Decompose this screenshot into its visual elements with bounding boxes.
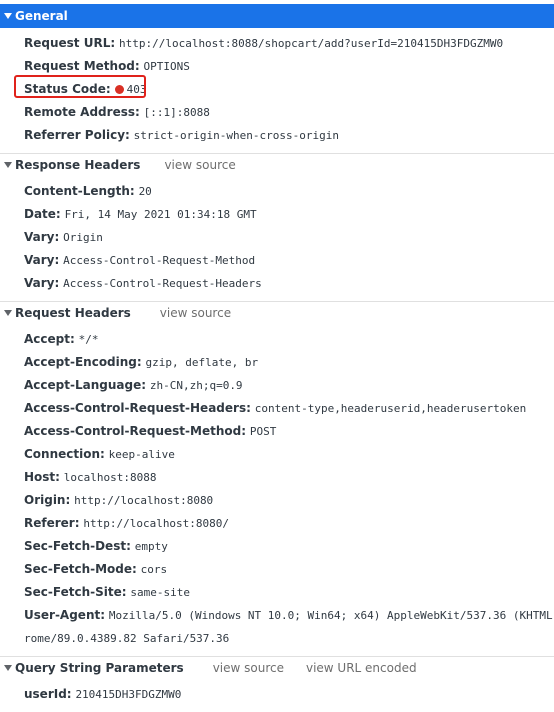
param-key: userId:: [24, 687, 72, 701]
chevron-down-icon: [4, 665, 12, 671]
header-value: Access-Control-Request-Method: [63, 254, 256, 267]
response-headers-rows: Content-Length: 20 Date: Fri, 14 May 202…: [0, 176, 554, 301]
response-headers-title: Response Headers: [15, 158, 141, 172]
header-row: Referer: http://localhost:8080/: [0, 512, 554, 535]
header-key: Accept-Language:: [24, 378, 147, 392]
query-params-rows: userId: 210415DH3FDGZMW0: [0, 679, 554, 712]
request-headers-title: Request Headers: [15, 306, 131, 320]
header-row: Sec-Fetch-Dest: empty: [0, 535, 554, 558]
header-key: Vary:: [24, 276, 60, 290]
header-row: Accept-Language: zh-CN,zh;q=0.9: [0, 374, 554, 397]
header-row: Sec-Fetch-Mode: cors: [0, 558, 554, 581]
header-key: Accept:: [24, 332, 75, 346]
header-key: Sec-Fetch-Mode:: [24, 562, 137, 576]
header-row: Date: Fri, 14 May 2021 01:34:18 GMT: [0, 203, 554, 226]
header-row: Access-Control-Request-Headers: content-…: [0, 397, 554, 420]
header-value: OPTIONS: [143, 60, 190, 73]
header-value: zh-CN,zh;q=0.9: [149, 379, 243, 392]
view-source-link[interactable]: view source: [164, 158, 235, 172]
header-key: Vary:: [24, 230, 60, 244]
header-row: Connection: keep-alive: [0, 443, 554, 466]
header-row: Sec-Fetch-Site: same-site: [0, 581, 554, 604]
header-value: gzip, deflate, br: [145, 356, 259, 369]
header-key: Vary:: [24, 253, 60, 267]
query-params-header[interactable]: Query String Parameters view source view…: [0, 657, 554, 679]
header-value: strict-origin-when-cross-origin: [133, 129, 339, 142]
view-url-encoded-link[interactable]: view URL encoded: [306, 661, 417, 675]
query-params-section: Query String Parameters view source view…: [0, 657, 554, 712]
header-value: Origin: [63, 231, 103, 244]
view-source-link[interactable]: view source: [213, 661, 284, 675]
header-value: POST: [249, 425, 277, 438]
header-value: */*: [78, 333, 99, 346]
header-key: Sec-Fetch-Site:: [24, 585, 127, 599]
header-value: [::1]:8088: [143, 106, 210, 119]
header-row: Host: localhost:8088: [0, 466, 554, 489]
header-key: Referer:: [24, 516, 80, 530]
response-headers-header[interactable]: Response Headers view source: [0, 154, 554, 176]
header-row: Accept-Encoding: gzip, deflate, br: [0, 351, 554, 374]
header-key: Origin:: [24, 493, 71, 507]
header-key: Access-Control-Request-Headers:: [24, 401, 251, 415]
header-key: Remote Address:: [24, 105, 140, 119]
chevron-down-icon: [4, 310, 12, 316]
header-value: http://localhost:8080: [74, 494, 214, 507]
general-row-request-url: Request URL: http://localhost:8088/shopc…: [0, 32, 554, 55]
general-row-remote-address: Remote Address: [::1]:8088: [0, 101, 554, 124]
header-key: Date:: [24, 207, 61, 221]
header-value: http://localhost:8080/: [83, 517, 230, 530]
header-key: Request Method:: [24, 59, 140, 73]
header-value: empty: [134, 540, 168, 553]
general-row-referrer-policy: Referrer Policy: strict-origin-when-cros…: [0, 124, 554, 147]
header-row: Vary: Access-Control-Request-Headers: [0, 272, 554, 295]
request-headers-section: Request Headers view source Accept: */* …: [0, 302, 554, 657]
header-value: keep-alive: [108, 448, 175, 461]
general-section-header[interactable]: General: [0, 4, 554, 28]
response-headers-section: Response Headers view source Content-Len…: [0, 154, 554, 302]
header-value: Fri, 14 May 2021 01:34:18 GMT: [64, 208, 257, 221]
view-source-link[interactable]: view source: [160, 306, 231, 320]
header-value: content-type,headeruserid,headerusertoke…: [254, 402, 527, 415]
header-row: Content-Length: 20: [0, 180, 554, 203]
status-code-highlight-box: [14, 75, 146, 98]
header-row: Origin: http://localhost:8080: [0, 489, 554, 512]
query-param-row: userId: 210415DH3FDGZMW0: [0, 683, 554, 706]
header-row: Access-Control-Request-Method: POST: [0, 420, 554, 443]
header-value: Access-Control-Request-Headers: [63, 277, 262, 290]
header-value-continuation: rome/89.0.4389.82 Safari/537.36: [24, 632, 230, 645]
header-value: http://localhost:8088/shopcart/add?userI…: [118, 37, 504, 50]
header-key: Sec-Fetch-Dest:: [24, 539, 131, 553]
header-key: Connection:: [24, 447, 105, 461]
header-key: Host:: [24, 470, 60, 484]
header-key: Accept-Encoding:: [24, 355, 142, 369]
header-key: User-Agent:: [24, 608, 106, 622]
header-key: Access-Control-Request-Method:: [24, 424, 247, 438]
header-value: localhost:8088: [63, 471, 157, 484]
request-headers-header[interactable]: Request Headers view source: [0, 302, 554, 324]
param-value: 210415DH3FDGZMW0: [75, 688, 182, 701]
header-key: Request URL:: [24, 36, 116, 50]
header-row: Accept: */*: [0, 328, 554, 351]
query-params-title: Query String Parameters: [15, 661, 184, 675]
header-key: Referrer Policy:: [24, 128, 130, 142]
header-value: cors: [140, 563, 168, 576]
user-agent-continuation: rome/89.0.4389.82 Safari/537.36: [0, 627, 554, 650]
header-row: Vary: Access-Control-Request-Method: [0, 249, 554, 272]
header-row-user-agent: User-Agent: Mozilla/5.0 (Windows NT 10.0…: [0, 604, 554, 627]
header-value: Mozilla/5.0 (Windows NT 10.0; Win64; x64…: [108, 609, 554, 622]
header-value: same-site: [130, 586, 190, 599]
chevron-down-icon: [4, 162, 12, 168]
chevron-down-icon: [4, 13, 12, 19]
general-section: General Request URL: http://localhost:80…: [0, 4, 554, 154]
header-value: 20: [138, 185, 152, 198]
header-key: Content-Length:: [24, 184, 135, 198]
header-row: Vary: Origin: [0, 226, 554, 249]
request-headers-rows: Accept: */* Accept-Encoding: gzip, defla…: [0, 324, 554, 656]
general-section-title: General: [15, 9, 68, 23]
